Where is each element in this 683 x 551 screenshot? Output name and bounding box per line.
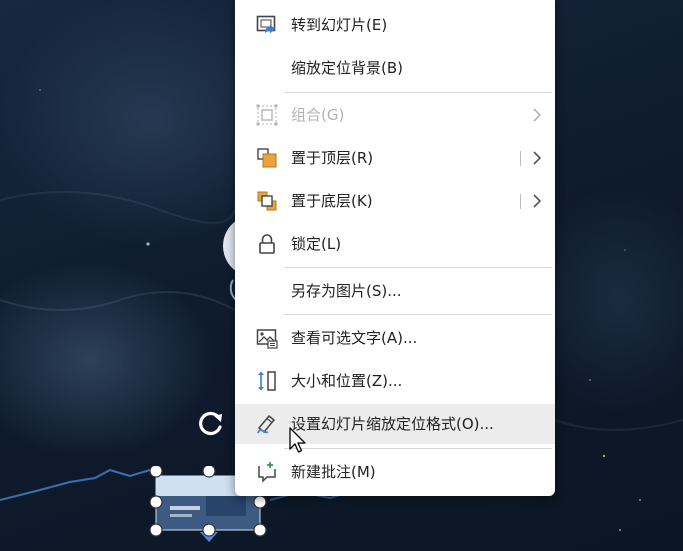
menu-separator bbox=[284, 314, 552, 315]
submenu-arrow-icon[interactable] bbox=[531, 193, 543, 209]
new-comment-icon bbox=[258, 462, 276, 483]
submenu-arrow-icon bbox=[533, 108, 542, 122]
menu-item-bring-to-front[interactable]: 置于顶层(R) bbox=[235, 138, 555, 178]
menu-item-label: 锁定(L) bbox=[291, 235, 342, 253]
menu-item-send-to-back[interactable]: 置于底层(K) bbox=[235, 181, 555, 221]
split-divider bbox=[520, 151, 521, 166]
menu-item-label: 置于底层(K) bbox=[291, 192, 373, 210]
bring-to-front-icon bbox=[257, 148, 277, 168]
size-position-icon bbox=[258, 371, 276, 391]
menu-item-label: 大小和位置(Z)... bbox=[291, 372, 403, 390]
split-divider bbox=[520, 194, 521, 209]
menu-item-label: 组合(G) bbox=[291, 106, 345, 124]
menu-item-size-and-position[interactable]: 大小和位置(Z)... bbox=[235, 361, 555, 401]
context-menu: 转到幻灯片(E) 缩放定位背景(B) 组合(G) 置于顶层(R) 置于底层(K)… bbox=[235, 0, 555, 496]
format-zoom-icon bbox=[257, 414, 276, 434]
menu-item-label: 设置幻灯片缩放定位格式(O)... bbox=[291, 415, 494, 433]
menu-separator bbox=[284, 448, 552, 449]
menu-separator bbox=[284, 92, 552, 93]
menu-item-format-zoom[interactable]: 设置幻灯片缩放定位格式(O)... bbox=[235, 404, 555, 444]
send-to-back-icon bbox=[257, 191, 277, 211]
mouse-cursor-icon bbox=[289, 427, 306, 453]
menu-item-label: 缩放定位背景(B) bbox=[291, 59, 403, 77]
group-icon bbox=[256, 104, 278, 126]
menu-item-label: 另存为图片(S)... bbox=[291, 282, 402, 300]
menu-item-label: 新建批注(M) bbox=[291, 463, 376, 481]
menu-item-lock[interactable]: 锁定(L) bbox=[235, 224, 555, 264]
menu-item-view-alt-text[interactable]: 查看可选文字(A)... bbox=[235, 318, 555, 358]
menu-item-new-comment[interactable]: 新建批注(M) bbox=[235, 452, 555, 492]
submenu-arrow-icon[interactable] bbox=[531, 150, 543, 166]
menu-item-save-as-picture[interactable]: 另存为图片(S)... bbox=[235, 271, 555, 311]
alt-text-icon bbox=[256, 329, 278, 349]
lock-icon bbox=[259, 234, 275, 254]
menu-item-label: 转到幻灯片(E) bbox=[291, 16, 388, 34]
menu-item-zoom-background[interactable]: 缩放定位背景(B) bbox=[235, 48, 555, 88]
menu-item-label: 置于顶层(R) bbox=[291, 149, 374, 167]
menu-item-group: 组合(G) bbox=[235, 95, 555, 135]
menu-item-go-to-slide[interactable]: 转到幻灯片(E) bbox=[235, 5, 555, 45]
menu-separator bbox=[284, 267, 552, 268]
menu-item-label: 查看可选文字(A)... bbox=[291, 329, 418, 347]
go-to-slide-icon bbox=[256, 15, 276, 34]
rotate-handle-icon[interactable] bbox=[194, 406, 228, 440]
